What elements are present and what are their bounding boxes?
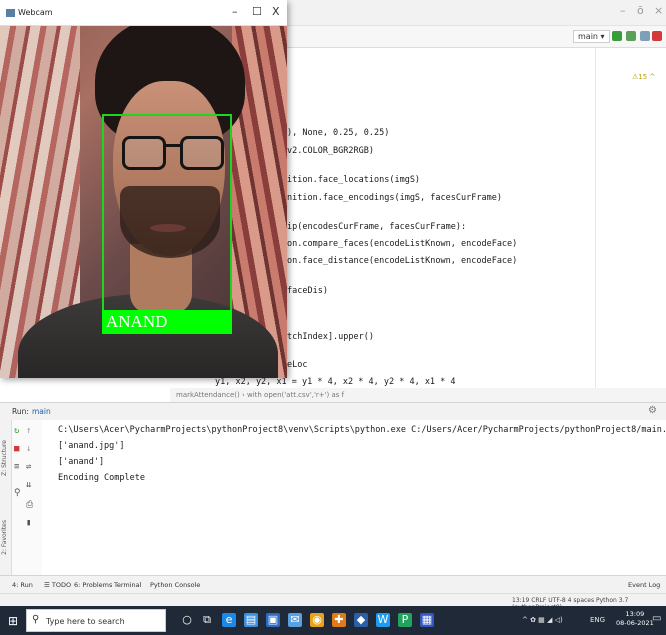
console-line: Encoding Complete bbox=[58, 473, 145, 483]
run-icon[interactable] bbox=[612, 31, 622, 41]
inspection-widget[interactable]: ⚠15 ^ bbox=[632, 73, 655, 81]
pycharm-icon[interactable]: P bbox=[398, 613, 412, 627]
editor-divider bbox=[595, 48, 596, 388]
window-icon[interactable]: ▦ bbox=[420, 613, 434, 627]
clock-time: 13:09 bbox=[625, 610, 645, 618]
task-view-icon[interactable]: ⧉ bbox=[200, 613, 214, 627]
code-line: ), None, 0.25, 0.25) bbox=[287, 128, 390, 138]
gear-icon[interactable]: ⚙ bbox=[648, 405, 657, 416]
cortana-icon[interactable]: ○ bbox=[180, 613, 194, 627]
taskbar-search-box[interactable]: ⚲ Type here to search bbox=[26, 609, 166, 632]
code-line: eLoc bbox=[287, 360, 308, 370]
console-line: ['anand'] bbox=[58, 457, 105, 467]
run-console[interactable]: C:\Users\Acer\PycharmProjects\pythonProj… bbox=[42, 420, 666, 575]
git-branch-selector[interactable]: main ▾ bbox=[573, 30, 610, 43]
windows-taskbar: ⊞ ⚲ Type here to search ○ ⧉ e ▤ ▣ ✉ ◉ ✚ … bbox=[0, 606, 666, 635]
search-icon: ⚲ bbox=[32, 614, 40, 625]
clock-date: 08-06-2021 bbox=[616, 619, 654, 627]
scroll-down-icon[interactable]: ↓ bbox=[26, 444, 31, 454]
layout-icon[interactable]: ≡ bbox=[14, 462, 19, 472]
notification-icon[interactable]: ▭ bbox=[652, 613, 661, 624]
debug-icon[interactable] bbox=[626, 31, 636, 41]
tool-tab-todo[interactable]: ☰ TODO bbox=[44, 581, 71, 589]
code-line: tchIndex].upper() bbox=[287, 332, 374, 342]
search-placeholder: Type here to search bbox=[46, 617, 125, 626]
tool-window-bar: 4: Run ☰ TODO 6: Problems Terminal Pytho… bbox=[0, 575, 666, 593]
word-icon[interactable]: W bbox=[376, 613, 390, 627]
event-log-tab[interactable]: Event Log bbox=[628, 581, 660, 589]
webcam-titlebar[interactable]: Webcam – ☐ X bbox=[0, 0, 287, 26]
run-tab-main[interactable]: main bbox=[32, 407, 51, 416]
code-line: y1, x2, y2, x1 = y1 * 4, x2 * 4, y2 * 4,… bbox=[215, 377, 456, 387]
file-explorer-icon[interactable]: ▤ bbox=[244, 613, 258, 627]
structure-side-tab[interactable]: Z: Structure bbox=[1, 440, 8, 476]
webcam-feed: ANAND bbox=[0, 26, 287, 378]
pin-icon[interactable]: ⚲ bbox=[14, 488, 21, 498]
webcam-maximize-button[interactable]: ☐ bbox=[252, 5, 262, 18]
run-toolbar: ↻ ↑ ■ ↓ ≡ ⇌ ⇊ ⚲ ⎙ ▮ bbox=[12, 420, 42, 575]
print-icon[interactable]: ⎙ bbox=[26, 500, 33, 510]
tool-tab-terminal[interactable]: Terminal bbox=[114, 581, 141, 589]
webcam-minimize-button[interactable]: – bbox=[232, 5, 238, 18]
face-detection-box bbox=[102, 114, 232, 334]
soft-wrap-icon[interactable]: ⇌ bbox=[26, 462, 31, 472]
webcam-title: Webcam bbox=[18, 8, 53, 17]
trash-icon[interactable]: ▮ bbox=[26, 518, 31, 528]
python-icon[interactable]: ◆ bbox=[354, 613, 368, 627]
run-label: Run: bbox=[12, 407, 29, 416]
console-line: ['anand.jpg'] bbox=[58, 441, 125, 451]
stop-icon[interactable] bbox=[652, 31, 662, 41]
app-icon[interactable]: ✚ bbox=[332, 613, 346, 627]
status-bar: 13:19 CRLF UTF-8 4 spaces Python 3.7 (py… bbox=[0, 593, 666, 611]
ide-close-button[interactable]: × bbox=[654, 4, 663, 17]
mail-icon[interactable]: ✉ bbox=[288, 613, 302, 627]
edge-icon[interactable]: e bbox=[222, 613, 236, 627]
favorites-side-tab[interactable]: 2: Favorites bbox=[1, 520, 8, 555]
left-tool-strip: Z: Structure 2: Favorites bbox=[0, 420, 12, 575]
tool-tab-run[interactable]: 4: Run bbox=[12, 581, 33, 589]
language-indicator[interactable]: ENG bbox=[590, 616, 605, 624]
rerun-icon[interactable]: ↻ bbox=[14, 426, 19, 436]
code-line: ition.face_locations(imgS) bbox=[287, 175, 421, 185]
system-tray-icons[interactable]: ^ ✿ ▦ ◢ ◁) bbox=[522, 616, 563, 624]
scroll-up-icon[interactable]: ↑ bbox=[26, 426, 31, 436]
console-line: C:\Users\Acer\PycharmProjects\pythonProj… bbox=[58, 425, 666, 435]
code-line: faceDis) bbox=[287, 286, 328, 296]
webcam-window[interactable]: Webcam – ☐ X ANAND bbox=[0, 0, 287, 378]
ide-maximize-button[interactable]: ō bbox=[637, 4, 644, 17]
code-line: on.compare_faces(encodeListKnown, encode… bbox=[287, 239, 518, 249]
breadcrumb[interactable]: markAttendance() › with open('att.csv','… bbox=[170, 388, 666, 402]
reload-icon[interactable] bbox=[640, 31, 650, 41]
webcam-app-icon bbox=[6, 9, 15, 17]
webcam-close-button[interactable]: X bbox=[272, 5, 280, 18]
tool-tab-python-console[interactable]: Python Console bbox=[150, 581, 200, 589]
ide-minimize-button[interactable]: – bbox=[620, 4, 626, 17]
taskbar-clock[interactable]: 13:09 08-06-2021 bbox=[616, 610, 654, 628]
tool-tab-problems[interactable]: 6: Problems bbox=[74, 581, 112, 589]
code-line: v2.COLOR_BGR2RGB) bbox=[287, 146, 374, 156]
run-panel-header: Run: main ⚙ bbox=[0, 402, 666, 420]
code-line: nition.face_encodings(imgS, facesCurFram… bbox=[287, 193, 502, 203]
code-line: ip(encodesCurFrame, facesCurFrame): bbox=[287, 222, 467, 232]
scroll-end-icon[interactable]: ⇊ bbox=[26, 480, 31, 490]
stop-icon[interactable]: ■ bbox=[14, 444, 19, 454]
recognized-name-label: ANAND bbox=[102, 310, 232, 334]
chrome-icon[interactable]: ◉ bbox=[310, 613, 324, 627]
code-line: on.face_distance(encodeListKnown, encode… bbox=[287, 256, 518, 266]
store-icon[interactable]: ▣ bbox=[266, 613, 280, 627]
windows-start-icon[interactable]: ⊞ bbox=[8, 614, 18, 628]
